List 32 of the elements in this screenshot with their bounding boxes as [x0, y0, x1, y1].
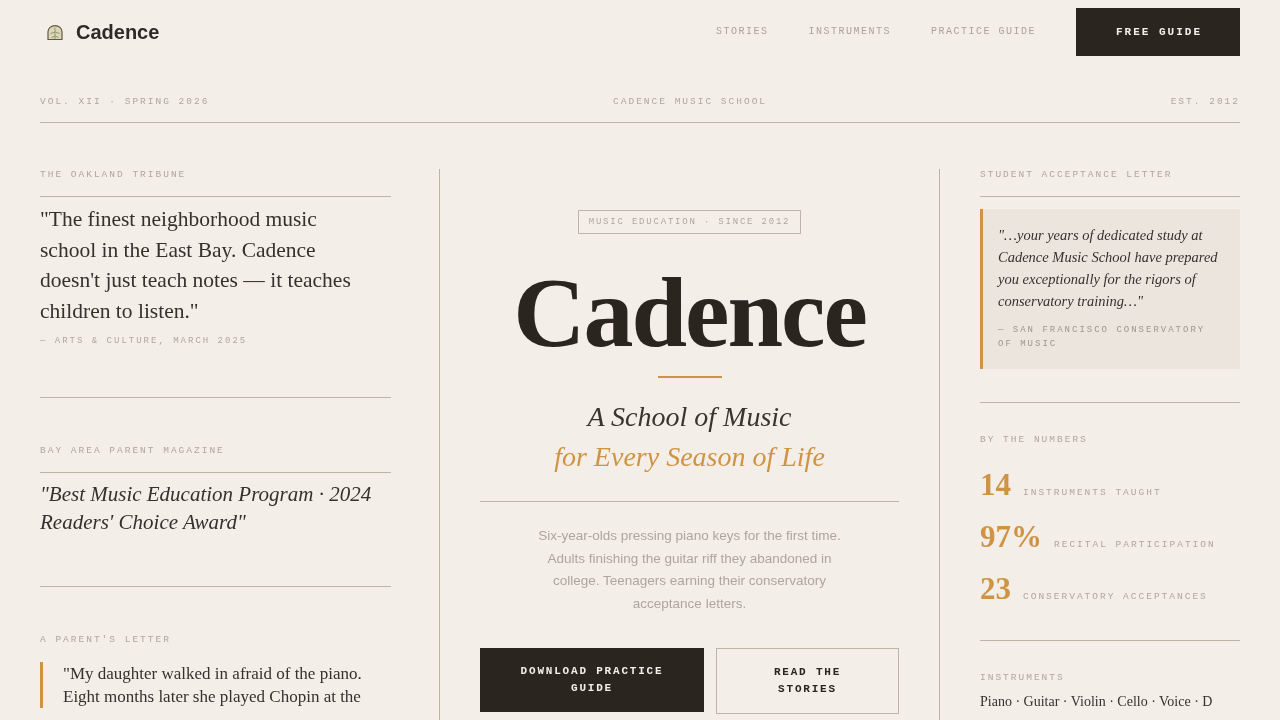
issue-text: VOL. XII · SPRING 2026	[40, 96, 210, 108]
award-quote: "Best Music Education Program · 2024 Readers' Choice Award"	[40, 481, 373, 536]
stat-value: 14	[980, 467, 1011, 503]
section-label: BY THE NUMBERS	[980, 434, 1089, 446]
stat-value: 23	[980, 571, 1011, 607]
letter-quote: "…your years of dedicated study at Cadence Music School have prepared you exceptionally for the rigors of conservatory training…"	[998, 226, 1219, 311]
tagline-text: A School of Music	[587, 400, 792, 434]
quote-attribution: — SAN FRANCISCO CONSERVATORY OF MUSIC	[998, 324, 1207, 351]
section-label: THE OAKLAND TRIBUNE	[40, 169, 188, 181]
arch-window-icon	[47, 24, 63, 40]
section-label: BAY AREA PARENT MAGAZINE	[40, 445, 226, 457]
secondary-button[interactable]: READ THE STORIES	[716, 648, 899, 714]
section-label: A PARENT'S LETTER	[40, 634, 172, 646]
edition-tag: MUSIC EDUCATION · SINCE 2012	[577, 210, 802, 234]
stat-value: 97%	[980, 519, 1042, 555]
primary-button[interactable]: DOWNLOAD PRACTICE GUIDE	[480, 648, 704, 712]
stat-label: RECITAL PARTICIPATION	[1054, 539, 1216, 551]
free-guide-button[interactable]: FREE GUIDE	[1076, 8, 1240, 56]
letter-quote: "My daughter walked in afraid of the piano. Eight months later she played Chopin at the	[40, 662, 391, 708]
instruments-list: Piano · Guitar · Violin · Cello · Voice · D	[980, 692, 1240, 712]
stat-label: INSTRUMENTS TAUGHT	[1023, 487, 1162, 499]
tagline-accent-text: for Every Season of Life	[554, 440, 825, 474]
stat-label: CONSERVATORY ACCEPTANCES	[1023, 591, 1208, 603]
school-name-text: CADENCE MUSIC SCHOOL	[613, 96, 768, 108]
brand-name[interactable]: Cadence	[76, 20, 160, 44]
quote-attribution: — ARTS & CULTURE, MARCH 2025	[40, 335, 249, 347]
intro-paragraph: Six-year-olds pressing piano keys for the first time. Adults finishing the guitar riff they abandoned in college. Teenagers earning their conservatory acceptance letters.	[537, 527, 842, 613]
established-text: EST. 2012	[1170, 96, 1240, 108]
press-quote: "The finest neighborhood music school in the East Bay. Cadence doesn't just teach notes — it teaches children to listen."	[40, 206, 352, 325]
hero-title: Cadence	[513, 263, 866, 363]
section-label: STUDENT ACCEPTANCE LETTER	[980, 169, 1174, 181]
section-label: INSTRUMENTS	[980, 672, 1066, 684]
